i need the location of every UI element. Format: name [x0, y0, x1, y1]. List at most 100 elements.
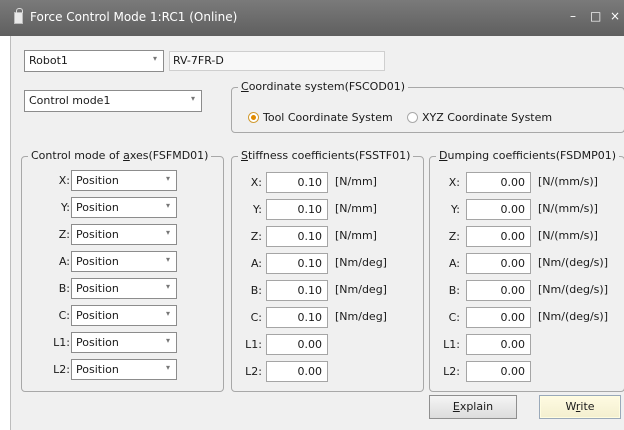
unit-label: [N/(mm/s)] [538, 229, 598, 242]
chevron-down-icon: ▾ [165, 336, 170, 345]
tool-coordinate-radio[interactable]: Tool Coordinate System [248, 111, 393, 124]
axis-row-b: B: Position ▾ [22, 278, 222, 300]
dialog-body: Robot1 ▾ RV-7FR-D Control mode1 ▾ Coordi… [10, 36, 624, 430]
unit-label: [N/(mm/s)] [538, 175, 598, 188]
axis-mode-select-y[interactable]: Position ▾ [71, 197, 177, 218]
chevron-down-icon: ▾ [152, 54, 157, 63]
axis-row-c: C: Position ▾ [22, 305, 222, 327]
chevron-down-icon: ▾ [165, 228, 170, 237]
axis-label: Z: [58, 228, 70, 241]
coordinate-system-group: Coordinate system(FSCOD01) Tool Coordina… [231, 80, 624, 133]
chevron-down-icon: ▾ [165, 201, 170, 210]
axis-mode-select-l2[interactable]: Position ▾ [71, 359, 177, 380]
robot-select[interactable]: Robot1 ▾ [24, 50, 164, 72]
damping-input-c[interactable]: 0.00 [466, 307, 531, 328]
write-button[interactable]: Write [539, 395, 621, 419]
axis-mode-select-l1[interactable]: Position ▾ [71, 332, 177, 353]
damping-row-z: Z: 0.00 [N/(mm/s)] [430, 226, 624, 248]
axis-row-l1: L1: Position ▾ [22, 332, 222, 354]
axis-label: Y: [253, 203, 262, 216]
damping-input-x[interactable]: 0.00 [466, 172, 531, 193]
control-mode-value: Control mode1 [29, 94, 111, 107]
axis-label: A: [58, 255, 70, 268]
damping-input-b[interactable]: 0.00 [466, 280, 531, 301]
stiffness-input-c[interactable]: 0.10 [266, 307, 328, 328]
axis-label: C: [58, 309, 70, 322]
robot-model-field: RV-7FR-D [169, 51, 385, 71]
axis-row-y: Y: Position ▾ [22, 197, 222, 219]
stiffness-input-l1[interactable]: 0.00 [266, 334, 328, 355]
axis-mode-select-x[interactable]: Position ▾ [71, 170, 177, 191]
unit-label: [N/mm] [335, 202, 377, 215]
axis-label: Y: [451, 203, 460, 216]
chevron-down-icon: ▾ [165, 363, 170, 372]
window-title: Force Control Mode 1:RC1 (Online) [30, 10, 238, 24]
axis-row-x: X: Position ▾ [22, 170, 222, 192]
axis-label: B: [448, 284, 460, 297]
axes-control-mode-title: Control mode of axes(FSFMD01) [28, 149, 212, 162]
unit-label: [Nm/deg] [335, 256, 387, 269]
stiffness-row-l2: L2: 0.00 [232, 361, 422, 383]
coordinate-system-title: Coordinate system(FSCOD01) [238, 80, 409, 93]
robot-model-value: RV-7FR-D [173, 54, 224, 67]
stiffness-row-c: C: 0.10 [Nm/deg] [232, 307, 422, 329]
axis-label: A: [448, 257, 460, 270]
explain-button[interactable]: Explain [429, 395, 517, 419]
unit-label: [N/mm] [335, 229, 377, 242]
axes-control-mode-group: Control mode of axes(FSFMD01) X: Positio… [21, 149, 224, 392]
close-icon[interactable]: × [610, 9, 620, 23]
maximize-icon[interactable]: □ [590, 9, 601, 23]
chevron-down-icon: ▾ [165, 255, 170, 264]
damping-input-y[interactable]: 0.00 [466, 199, 531, 220]
damping-row-a: A: 0.00 [Nm/(deg/s)] [430, 253, 624, 275]
stiffness-row-b: B: 0.10 [Nm/deg] [232, 280, 422, 302]
title-bar: Force Control Mode 1:RC1 (Online) – □ × [0, 0, 624, 36]
axis-label: C: [448, 311, 460, 324]
stiffness-input-l2[interactable]: 0.00 [266, 361, 328, 382]
stiffness-row-z: Z: 0.10 [N/mm] [232, 226, 422, 248]
damping-input-a[interactable]: 0.00 [466, 253, 531, 274]
damping-input-l1[interactable]: 0.00 [466, 334, 531, 355]
axis-label: C: [250, 311, 262, 324]
axis-mode-select-c[interactable]: Position ▾ [71, 305, 177, 326]
unit-label: [N/(mm/s)] [538, 202, 598, 215]
unit-label: [N/mm] [335, 175, 377, 188]
stiffness-input-x[interactable]: 0.10 [266, 172, 328, 193]
stiffness-title: Stiffness coefficients(FSSTF01) [238, 149, 414, 162]
damping-input-l2[interactable]: 0.00 [466, 361, 531, 382]
axis-label: Z: [448, 230, 460, 243]
xyz-coordinate-radio[interactable]: XYZ Coordinate System [407, 111, 552, 124]
chevron-down-icon: ▾ [190, 94, 195, 103]
axis-mode-select-b[interactable]: Position ▾ [71, 278, 177, 299]
stiffness-input-b[interactable]: 0.10 [266, 280, 328, 301]
axis-label: L2: [245, 365, 262, 378]
axis-row-z: Z: Position ▾ [22, 224, 222, 246]
stiffness-row-x: X: 0.10 [N/mm] [232, 172, 422, 194]
unit-label: [Nm/(deg/s)] [538, 256, 608, 269]
chevron-down-icon: ▾ [165, 309, 170, 318]
radio-selected-icon [248, 112, 259, 123]
damping-row-x: X: 0.00 [N/(mm/s)] [430, 172, 624, 194]
axis-mode-select-a[interactable]: Position ▾ [71, 251, 177, 272]
stiffness-row-l1: L1: 0.00 [232, 334, 422, 356]
axis-label: X: [448, 176, 460, 189]
axis-label: L2: [53, 363, 70, 376]
axis-label: A: [250, 257, 262, 270]
axis-label: Y: [61, 201, 70, 214]
window-app-icon [14, 8, 23, 24]
stiffness-input-y[interactable]: 0.10 [266, 199, 328, 220]
stiffness-group: Stiffness coefficients(FSSTF01) X: 0.10 … [231, 149, 424, 392]
axis-row-l2: L2: Position ▾ [22, 359, 222, 381]
force-control-window: Force Control Mode 1:RC1 (Online) – □ × … [0, 0, 624, 430]
unit-label: [Nm/(deg/s)] [538, 310, 608, 323]
damping-input-z[interactable]: 0.00 [466, 226, 531, 247]
axis-mode-select-z[interactable]: Position ▾ [71, 224, 177, 245]
stiffness-input-a[interactable]: 0.10 [266, 253, 328, 274]
axis-label: Z: [250, 230, 262, 243]
control-mode-select[interactable]: Control mode1 ▾ [24, 90, 202, 112]
axis-label: L1: [245, 338, 262, 351]
minimize-icon[interactable]: – [570, 9, 576, 23]
damping-row-b: B: 0.00 [Nm/(deg/s)] [430, 280, 624, 302]
stiffness-input-z[interactable]: 0.10 [266, 226, 328, 247]
damping-row-c: C: 0.00 [Nm/(deg/s)] [430, 307, 624, 329]
